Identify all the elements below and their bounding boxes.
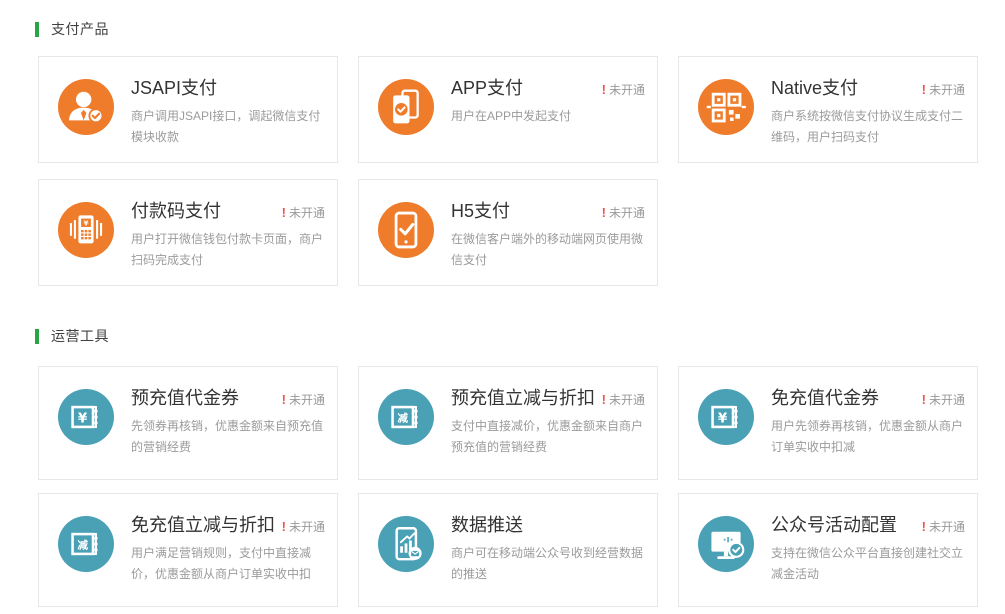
status-badge: !未开通 [922,518,965,535]
svg-text:¥: ¥ [78,411,88,426]
card-description: 商户调用JSAPI接口，调起微信支付模块收款 [131,106,325,148]
card-title: 免充值代金券 [771,386,879,410]
card-description: 商户可在移动端公众号收到经营数据的推送 [451,543,645,585]
status-badge-label: 未开通 [929,83,965,97]
card-description: 用户打开微信钱包付款卡页面，商户扫码完成支付 [131,229,325,271]
card-content: APP支付 !未开通 用户在APP中发起支付 [451,76,645,127]
card-description: 商户系统按微信支付协议生成支付二维码，用户扫码支付 [771,106,965,148]
status-badge: !未开通 [282,204,325,221]
alert-icon: ! [922,392,926,407]
status-badge-label: 未开通 [929,520,965,534]
section-title: 支付产品 [51,19,109,39]
phone-chart-mail-icon [378,516,434,572]
section-accent-bar [35,329,39,344]
status-badge: !未开通 [602,81,645,98]
status-badge-label: 未开通 [289,520,325,534]
grid-empty-cell [678,179,978,286]
section-header-operation-tools: 运营工具 [35,328,978,344]
card-prepaid-coupon[interactable]: ¥ 预充值代金券 !未开通 先领券再核销，优惠金额来自预充值的营销经费 [38,366,338,480]
status-badge: !未开通 [602,391,645,408]
card-title: APP支付 [451,76,523,100]
monitor-check-icon [698,516,754,572]
status-badge-label: 未开通 [609,83,645,97]
card-free-discount[interactable]: 减 免充值立减与折扣 !未开通 用户满足营销规则，支付中直接减价，优惠金额从商户… [38,493,338,607]
phone-check-icon [378,202,434,258]
status-badge: !未开通 [922,81,965,98]
card-description: 支持在微信公众平台直接创建社交立减金活动 [771,543,965,585]
status-badge: !未开通 [282,518,325,535]
card-content: 预充值代金券 !未开通 先领券再核销，优惠金额来自预充值的营销经费 [131,386,325,458]
coupon-yen-icon: ¥ [698,389,754,445]
status-badge-label: 未开通 [609,393,645,407]
coupon-discount-icon: 减 [58,516,114,572]
alert-icon: ! [282,392,286,407]
card-title: 付款码支付 [131,199,221,223]
coupon-discount-icon: 减 [378,389,434,445]
products-page: 支付产品 JSAPI支付 商户调用JSAPI接口，调起微信支付模块收款 [0,0,1005,607]
status-badge: !未开通 [922,391,965,408]
card-content: 付款码支付 !未开通 用户打开微信钱包付款卡页面，商户扫码完成支付 [131,199,325,271]
card-official-account-activity[interactable]: 公众号活动配置 !未开通 支持在微信公众平台直接创建社交立减金活动 [678,493,978,607]
operation-tools-grid: ¥ 预充值代金券 !未开通 先领券再核销，优惠金额来自预充值的营销经费 减 [38,366,978,607]
card-micropay[interactable]: ¥ 付款码支付 !未开通 用户打开微信钱包付款卡页面 [38,179,338,286]
card-description: 用户先领券再核销，优惠金额从商户订单实收中扣减 [771,416,965,458]
alert-icon: ! [602,392,606,407]
card-description: 用户在APP中发起支付 [451,106,645,127]
card-description: 用户满足营销规则，支付中直接减价，优惠金额从商户订单实收中扣 [131,543,325,585]
card-jsapi-pay[interactable]: JSAPI支付 商户调用JSAPI接口，调起微信支付模块收款 [38,56,338,163]
dual-phone-check-icon [378,79,434,135]
card-title: 免充值立减与折扣 [131,513,275,537]
card-title: JSAPI支付 [131,76,217,100]
card-title: 预充值代金券 [131,386,239,410]
svg-text:¥: ¥ [83,218,88,227]
status-badge: !未开通 [602,204,645,221]
card-h5-pay[interactable]: H5支付 !未开通 在微信客户端外的移动端网页使用微信支付 [358,179,658,286]
payment-products-grid: JSAPI支付 商户调用JSAPI接口，调起微信支付模块收款 APP支付 !未开… [38,56,978,286]
card-prepaid-discount[interactable]: 减 预充值立减与折扣 !未开通 支付中直接减价，优惠金额来自商户预充值的营销经费 [358,366,658,480]
pos-scanner-icon: ¥ [58,202,114,258]
alert-icon: ! [282,205,286,220]
status-badge-label: 未开通 [289,393,325,407]
card-title: 数据推送 [451,513,523,537]
status-badge-label: 未开通 [929,393,965,407]
card-title: Native支付 [771,76,858,100]
card-title: 公众号活动配置 [771,513,897,537]
card-title: H5支付 [451,199,510,223]
status-badge: !未开通 [282,391,325,408]
card-free-coupon[interactable]: ¥ 免充值代金券 !未开通 用户先领券再核销，优惠金额从商户订单实收中扣减 [678,366,978,480]
card-description: 支付中直接减价，优惠金额来自商户预充值的营销经费 [451,416,645,458]
card-title: 预充值立减与折扣 [451,386,595,410]
svg-text:减: 减 [77,538,88,551]
coupon-yen-icon: ¥ [58,389,114,445]
section-accent-bar [35,22,39,37]
qr-code-icon [698,79,754,135]
alert-icon: ! [602,205,606,220]
alert-icon: ! [922,519,926,534]
card-content: 免充值代金券 !未开通 用户先领券再核销，优惠金额从商户订单实收中扣减 [771,386,965,458]
card-content: 免充值立减与折扣 !未开通 用户满足营销规则，支付中直接减价，优惠金额从商户订单… [131,513,325,585]
card-content: 预充值立减与折扣 !未开通 支付中直接减价，优惠金额来自商户预充值的营销经费 [451,386,645,458]
section-title: 运营工具 [51,326,109,346]
alert-icon: ! [602,82,606,97]
card-native-pay[interactable]: Native支付 !未开通 商户系统按微信支付协议生成支付二维码，用户扫码支付 [678,56,978,163]
card-content: JSAPI支付 商户调用JSAPI接口，调起微信支付模块收款 [131,76,325,148]
card-description: 先领券再核销，优惠金额来自预充值的营销经费 [131,416,325,458]
card-content: H5支付 !未开通 在微信客户端外的移动端网页使用微信支付 [451,199,645,271]
status-badge-label: 未开通 [289,206,325,220]
svg-text:减: 减 [397,411,408,424]
alert-icon: ! [922,82,926,97]
person-check-icon [58,79,114,135]
section-header-payment-products: 支付产品 [35,21,978,37]
card-app-pay[interactable]: APP支付 !未开通 用户在APP中发起支付 [358,56,658,163]
alert-icon: ! [282,519,286,534]
card-content: 公众号活动配置 !未开通 支持在微信公众平台直接创建社交立减金活动 [771,513,965,585]
svg-text:¥: ¥ [718,411,728,426]
card-data-push[interactable]: 数据推送 商户可在移动端公众号收到经营数据的推送 [358,493,658,607]
card-content: Native支付 !未开通 商户系统按微信支付协议生成支付二维码，用户扫码支付 [771,76,965,148]
card-content: 数据推送 商户可在移动端公众号收到经营数据的推送 [451,513,645,585]
status-badge-label: 未开通 [609,206,645,220]
card-description: 在微信客户端外的移动端网页使用微信支付 [451,229,645,271]
